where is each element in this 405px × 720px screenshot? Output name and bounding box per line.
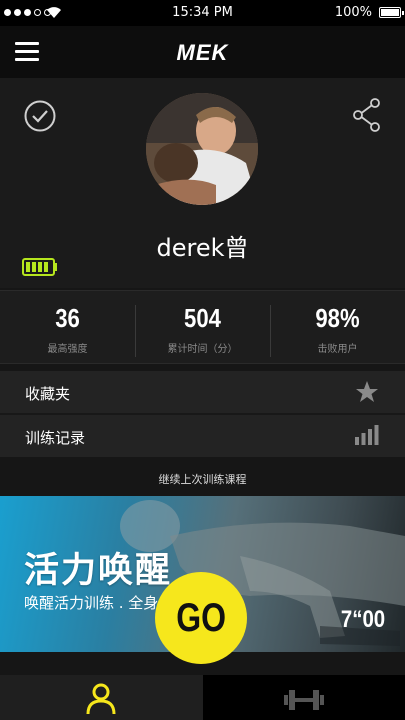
course-subtitle: 唤醒活力训练 . 全身 xyxy=(24,594,159,612)
tab-bar xyxy=(0,675,405,720)
stat-total-time: 504 累计时间（分） xyxy=(135,291,270,363)
stat-value: 98% xyxy=(315,303,360,333)
avatar[interactable] xyxy=(146,93,258,205)
training-history-label: 训练记录 xyxy=(25,429,86,447)
status-battery-percent: 100% xyxy=(334,5,372,20)
stats-bar: 36 最高强度 504 累计时间（分） 98% 击败用户 xyxy=(0,290,405,364)
app-logo: MEK xyxy=(176,40,229,65)
avatar-photo xyxy=(146,93,258,205)
stat-label: 最高强度 xyxy=(47,344,88,355)
stat-label: 击败用户 xyxy=(317,344,358,355)
tab-training[interactable] xyxy=(202,675,405,720)
bars-icon xyxy=(355,425,379,445)
stat-max-intensity: 36 最高强度 xyxy=(0,291,135,363)
user-icon xyxy=(86,683,116,715)
course-title: 活力唤醒 xyxy=(24,551,173,591)
dumbbell-icon xyxy=(283,690,324,710)
favorites-row[interactable]: 收藏夹 xyxy=(0,371,405,413)
share-icon[interactable] xyxy=(353,98,381,132)
profile-header: derek曾 xyxy=(0,78,405,288)
status-bar: 15:34 PM 100% xyxy=(0,0,405,26)
battery-icon xyxy=(22,258,57,276)
star-icon xyxy=(356,381,378,402)
course-duration: 7“00 xyxy=(340,606,386,633)
training-history-row[interactable]: 训练记录 xyxy=(0,415,405,457)
stat-value: 36 xyxy=(55,303,80,333)
status-battery-icon xyxy=(379,7,404,18)
go-button[interactable]: GO xyxy=(155,572,247,664)
go-label: GO xyxy=(176,596,226,640)
tab-profile[interactable] xyxy=(0,675,203,720)
username: derek曾 xyxy=(156,234,249,262)
check-icon[interactable] xyxy=(24,100,56,132)
nav-bar: MEK xyxy=(0,26,405,78)
stat-beat-users: 98% 击败用户 xyxy=(270,291,405,363)
stat-value: 504 xyxy=(184,303,221,333)
favorites-label: 收藏夹 xyxy=(25,385,71,403)
resume-training-label: 继续上次训练课程 xyxy=(158,473,247,486)
stat-label: 累计时间（分） xyxy=(167,344,238,355)
